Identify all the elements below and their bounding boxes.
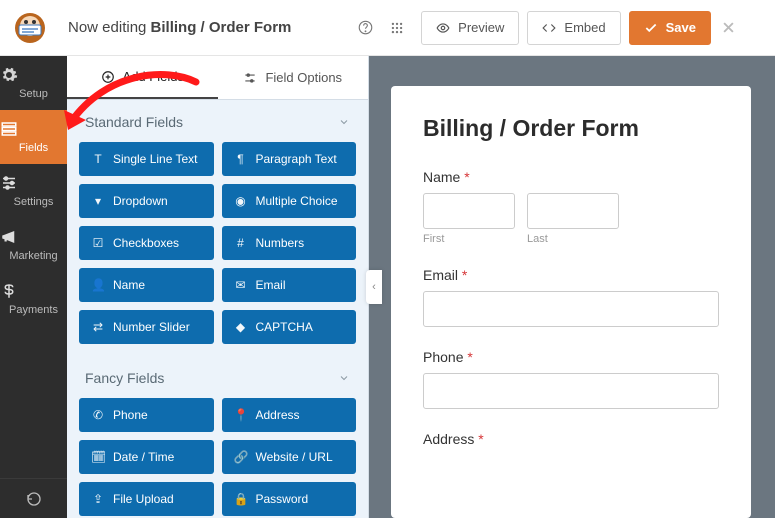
group-fancy-label: Fancy Fields — [85, 370, 164, 386]
dollar-icon — [0, 282, 67, 300]
gear-icon — [0, 66, 67, 84]
input-phone[interactable] — [423, 373, 719, 409]
save-label: Save — [666, 20, 696, 35]
slider-icon: ⇄ — [91, 320, 105, 334]
required-mark: * — [478, 431, 483, 447]
group-fancy[interactable]: Fancy Fields — [67, 356, 368, 398]
required-mark: * — [467, 349, 472, 365]
group-standard[interactable]: Standard Fields — [67, 100, 368, 142]
field-checkboxes[interactable]: ☑Checkboxes — [79, 226, 214, 260]
nav-fields-label: Fields — [19, 142, 48, 154]
field-numbers[interactable]: #Numbers — [222, 226, 357, 260]
form-preview[interactable]: Billing / Order Form Name * First Last E… — [391, 86, 751, 518]
field-multiple-choice[interactable]: ◉Multiple Choice — [222, 184, 357, 218]
now-editing-prefix: Now editing — [68, 19, 151, 36]
link-icon: 🔗 — [234, 450, 248, 464]
preview-area: Billing / Order Form Name * First Last E… — [387, 56, 775, 518]
field-file-upload[interactable]: ⇪File Upload — [79, 482, 214, 516]
history-button[interactable] — [0, 478, 67, 518]
now-editing: Now editing Billing / Order Form — [68, 19, 291, 36]
field-preview-address[interactable]: Address * — [423, 431, 719, 447]
nav-payments[interactable]: Payments — [0, 272, 67, 326]
embed-label: Embed — [564, 20, 605, 35]
chevron-left-icon: ‹ — [372, 281, 376, 293]
field-preview-email[interactable]: Email * — [423, 267, 719, 327]
input-email[interactable] — [423, 291, 719, 327]
side-nav: Setup Fields Settings Marketing Payments — [0, 56, 67, 518]
check-icon — [644, 21, 658, 35]
sublabel-first: First — [423, 233, 515, 245]
list-icon — [0, 120, 67, 138]
field-phone[interactable]: ✆Phone — [79, 398, 214, 432]
preview-button[interactable]: Preview — [421, 11, 519, 45]
hash-icon: # — [234, 236, 248, 250]
tab-field-options[interactable]: Field Options — [218, 56, 369, 99]
dropdown-icon: ▾ — [91, 194, 105, 208]
field-address[interactable]: 📍Address — [222, 398, 357, 432]
paragraph-icon: ¶ — [234, 152, 248, 166]
group-standard-label: Standard Fields — [85, 114, 183, 130]
nav-marketing[interactable]: Marketing — [0, 218, 67, 272]
radio-icon: ◉ — [234, 194, 248, 208]
lock-icon: 🔒 — [234, 492, 248, 506]
nav-setup-label: Setup — [19, 88, 48, 100]
help-icon[interactable] — [351, 14, 379, 42]
save-button[interactable]: Save — [629, 11, 711, 45]
history-icon — [26, 491, 42, 507]
tab-field-options-label: Field Options — [265, 70, 342, 85]
nav-settings[interactable]: Settings — [0, 164, 67, 218]
phone-icon: ✆ — [91, 408, 105, 422]
fields-panel: Add Fields Field Options Standard Fields… — [67, 56, 369, 518]
sliders-icon — [0, 174, 67, 192]
input-last-name[interactable] — [527, 193, 619, 229]
close-icon[interactable] — [721, 20, 761, 35]
eye-icon — [436, 21, 450, 35]
nav-marketing-label: Marketing — [9, 250, 57, 262]
field-number-slider[interactable]: ⇄Number Slider — [79, 310, 214, 344]
field-date-time[interactable]: 🗓Date / Time — [79, 440, 214, 474]
field-single-line-text[interactable]: TSingle Line Text — [79, 142, 214, 176]
form-name: Billing / Order Form — [151, 19, 292, 36]
tab-add-fields-label: Add Fields — [123, 69, 184, 84]
plus-circle-icon — [101, 70, 115, 84]
nav-fields[interactable]: Fields — [0, 110, 67, 164]
pin-icon: 📍 — [234, 408, 248, 422]
field-paragraph-text[interactable]: ¶Paragraph Text — [222, 142, 357, 176]
field-email[interactable]: ✉Email — [222, 268, 357, 302]
field-captcha[interactable]: ◆CAPTCHA — [222, 310, 357, 344]
chevron-down-icon — [338, 116, 350, 128]
logo — [14, 12, 46, 44]
field-preview-phone[interactable]: Phone * — [423, 349, 719, 409]
mail-icon: ✉ — [234, 278, 248, 292]
grid-icon[interactable] — [383, 14, 411, 42]
text-icon: T — [91, 152, 105, 166]
shield-icon: ◆ — [234, 320, 248, 334]
required-mark: * — [462, 267, 467, 283]
megaphone-icon — [0, 228, 67, 246]
tab-add-fields[interactable]: Add Fields — [67, 56, 218, 99]
field-dropdown[interactable]: ▾Dropdown — [79, 184, 214, 218]
sliders-icon — [243, 71, 257, 85]
nav-setup[interactable]: Setup — [0, 56, 67, 110]
input-first-name[interactable] — [423, 193, 515, 229]
preview-label: Preview — [458, 20, 504, 35]
nav-payments-label: Payments — [9, 304, 58, 316]
nav-settings-label: Settings — [14, 196, 54, 208]
field-password[interactable]: 🔒Password — [222, 482, 357, 516]
form-title: Billing / Order Form — [423, 114, 719, 143]
required-mark: * — [464, 169, 469, 185]
embed-button[interactable]: Embed — [527, 11, 620, 45]
chevron-down-icon — [338, 372, 350, 384]
collapse-panel-button[interactable]: ‹ — [366, 270, 382, 304]
code-icon — [542, 21, 556, 35]
field-name[interactable]: 👤Name — [79, 268, 214, 302]
field-preview-name[interactable]: Name * First Last — [423, 169, 719, 245]
checkbox-icon: ☑ — [91, 236, 105, 250]
field-website-url[interactable]: 🔗Website / URL — [222, 440, 357, 474]
user-icon: 👤 — [91, 278, 105, 292]
sublabel-last: Last — [527, 233, 619, 245]
calendar-icon: 🗓 — [91, 450, 105, 464]
upload-icon: ⇪ — [91, 492, 105, 506]
